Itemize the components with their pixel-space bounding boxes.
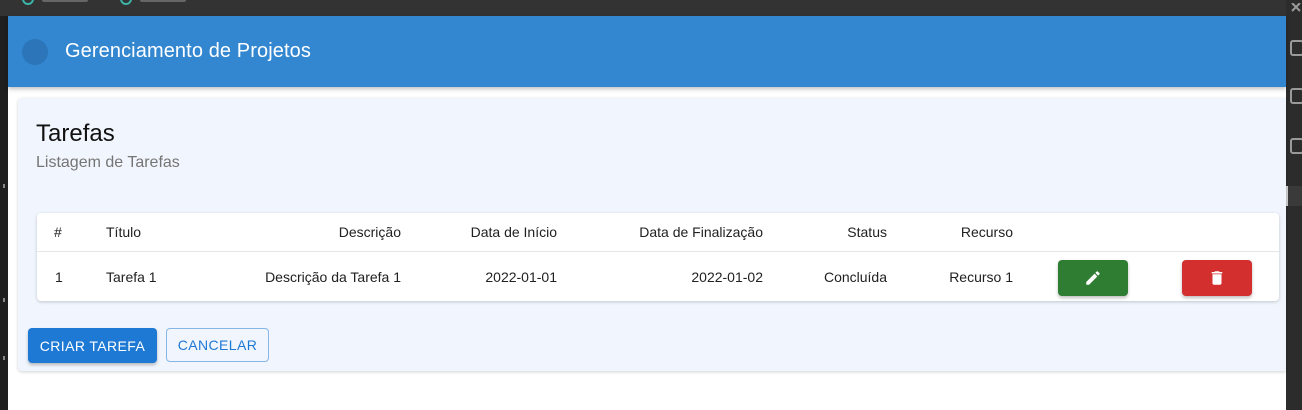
tasks-table: # Título Descrição Data de Início Data d… (37, 213, 1279, 301)
editor-tab-fragment (140, 0, 186, 2)
column-header-id: # (54, 224, 62, 240)
column-header-description: Descrição (338, 224, 401, 240)
column-header-resource: Recurso (960, 224, 1013, 240)
cell-description: Descrição da Tarefa 1 (265, 269, 401, 285)
editor-tab-fragment (42, 0, 88, 2)
extension-icon (120, 0, 132, 5)
editor-title-strip (0, 0, 1302, 16)
column-header-status: Status (847, 224, 887, 240)
column-header-end-date: Data de Finalização (639, 224, 763, 240)
cell-start-date: 2022-01-01 (485, 269, 557, 285)
table-header: # Título Descrição Data de Início Data d… (37, 213, 1279, 252)
cell-resource: Recurso 1 (949, 269, 1013, 285)
cell-status: Concluída (823, 269, 887, 285)
cancel-button[interactable]: CANCELAR (166, 328, 269, 362)
app-title: Gerenciamento de Projetos (65, 40, 311, 62)
gutter-mark (3, 356, 5, 360)
cell-title: Tarefa 1 (106, 269, 157, 285)
app-bar: Gerenciamento de Projetos (8, 16, 1286, 87)
close-icon[interactable] (1290, 0, 1302, 16)
page-subtitle: Listagem de Tarefas (36, 154, 180, 171)
trash-icon (1211, 271, 1223, 285)
extensions-icon[interactable] (1290, 138, 1302, 154)
cell-end-date: 2022-01-02 (691, 269, 763, 285)
pencil-icon (1086, 271, 1100, 285)
docker-icon[interactable] (1286, 186, 1302, 206)
cell-id: 1 (55, 269, 63, 285)
editor-gutter (0, 16, 8, 410)
column-header-start-date: Data de Início (470, 224, 557, 240)
activity-bar (1286, 0, 1302, 410)
run-debug-icon[interactable] (1290, 88, 1302, 104)
extension-icon (22, 0, 34, 5)
create-task-button[interactable]: CRIAR TAREFA (28, 328, 157, 363)
source-control-icon[interactable] (1290, 40, 1302, 56)
edit-task-button[interactable] (1058, 260, 1128, 296)
tasks-card: Tarefas Listagem de Tarefas # Título Des… (18, 98, 1286, 371)
menu-icon[interactable] (22, 39, 48, 65)
delete-task-button[interactable] (1182, 260, 1252, 296)
page-title: Tarefas (36, 120, 115, 147)
gutter-mark (3, 184, 5, 188)
gutter-mark (3, 298, 5, 302)
column-header-title: Título (106, 224, 142, 240)
table-row: 1 Tarefa 1 Descrição da Tarefa 1 2022-01… (37, 253, 1279, 301)
